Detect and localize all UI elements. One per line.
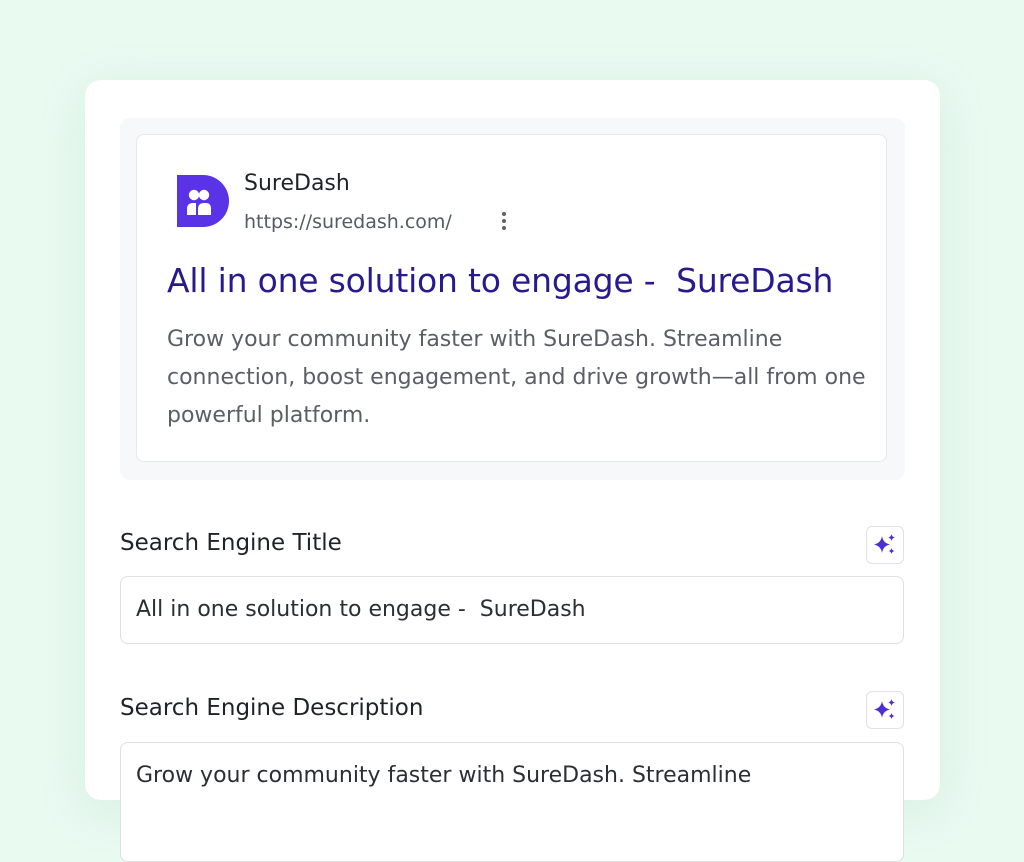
site-url: https://suredash.com/ (244, 211, 452, 233)
search-result-preview: SureDash https://suredash.com/ All in on… (136, 134, 887, 462)
seo-settings-card: SureDash https://suredash.com/ All in on… (85, 80, 940, 862)
sparkles-icon (874, 699, 895, 719)
search-engine-description-textarea[interactable]: Grow your community faster with SureDash… (120, 742, 904, 862)
sparkles-icon (874, 534, 895, 554)
search-engine-title-input[interactable]: All in one solution to engage - SureDash (120, 576, 904, 644)
ai-generate-description-button[interactable] (866, 691, 904, 729)
serp-title-link[interactable]: All in one solution to engage - SureDash (167, 261, 833, 300)
suredash-logo (177, 175, 229, 227)
ai-generate-title-button[interactable] (866, 526, 904, 564)
kebab-menu-icon[interactable] (495, 212, 513, 234)
site-name: SureDash (244, 171, 350, 196)
serp-description: Grow your community faster with SureDash… (167, 327, 866, 428)
search-engine-description-label: Search Engine Description (120, 695, 424, 721)
search-engine-title-label: Search Engine Title (120, 530, 342, 556)
search-preview-container: SureDash https://suredash.com/ All in on… (120, 118, 905, 480)
